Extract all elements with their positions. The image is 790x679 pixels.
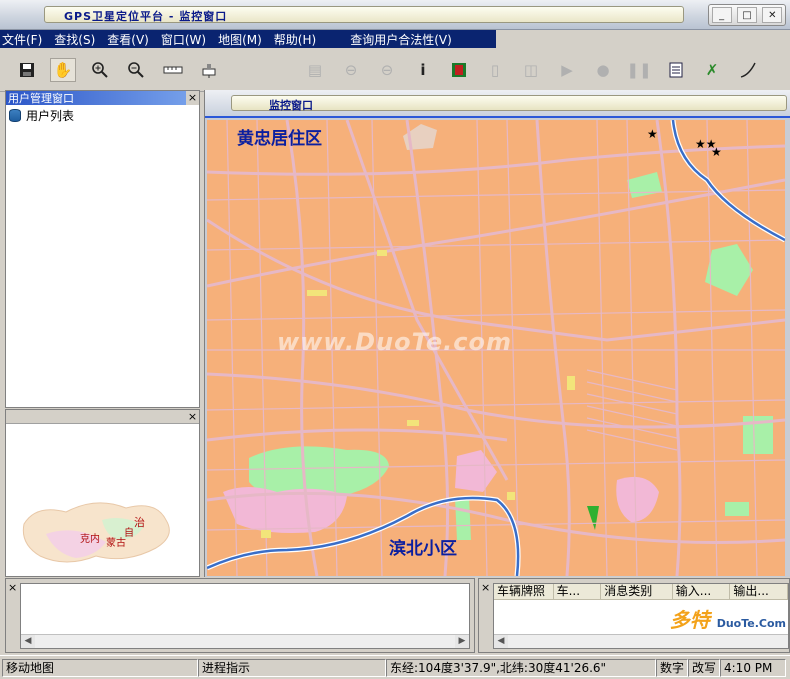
svg-text:★: ★: [647, 127, 658, 141]
maximize-button[interactable]: □: [736, 7, 757, 23]
map-view[interactable]: ★ ★★ ★ 黄忠居住区 滨北小区 www.DuoTe.com: [207, 120, 785, 576]
scroll-right-arrow-icon[interactable]: ▶: [455, 635, 469, 648]
scroll-left-arrow-icon[interactable]: ◀: [21, 635, 35, 648]
user-panel-close-button[interactable]: ×: [186, 91, 199, 105]
site-watermark: www.DuoTe.com: [277, 328, 512, 356]
col-input[interactable]: 输入...: [673, 584, 731, 599]
title-bar: GPS卫星定位平台 - 监控窗口 _ □ ✕: [0, 0, 790, 30]
pause-icon[interactable]: ❚❚: [626, 58, 652, 82]
info-icon[interactable]: i: [410, 58, 436, 82]
zoom-in-icon[interactable]: [87, 58, 113, 82]
svg-text:克内: 克内: [80, 532, 100, 545]
status-bar: 移动地图 进程指示 东经:104度3'37.9",北纬:30度41'26.6" …: [0, 655, 790, 679]
col-message-type[interactable]: 消息类别: [601, 584, 673, 599]
process-output-area[interactable]: ◀ ▶: [20, 583, 470, 649]
menu-view[interactable]: 查看(V): [101, 31, 155, 48]
database-icon: [9, 109, 21, 122]
process-panel-close-button[interactable]: ×: [8, 581, 17, 594]
tree-item-label: 用户列表: [26, 109, 75, 123]
svg-text:蒙古: 蒙古: [106, 536, 126, 549]
doc2-icon[interactable]: ▯: [482, 58, 508, 82]
menu-search[interactable]: 查找(S): [48, 31, 101, 48]
menu-help[interactable]: 帮助(H): [268, 31, 322, 48]
overview-map[interactable]: 克内 蒙古 治 自: [6, 424, 199, 576]
message-grid-header: 车辆牌照 车... 消息类别 输入... 输出...: [494, 584, 788, 600]
minimize-button[interactable]: _: [711, 7, 732, 23]
window-title: GPS卫星定位平台 - 监控窗口: [64, 10, 228, 23]
menu-bar: 文件(F) 查找(S) 查看(V) 窗口(W) 地图(M) 帮助(H) 查询用户…: [0, 30, 790, 48]
svg-text:自: 自: [124, 526, 134, 539]
process-output-panel: × ◀ ▶: [5, 578, 475, 653]
brand-sub: DuoTe.Com: [716, 617, 786, 630]
message-panel-close-button[interactable]: ×: [481, 581, 490, 594]
draw-line-icon[interactable]: [735, 58, 761, 82]
save-icon[interactable]: [14, 58, 40, 82]
vehicle-icon[interactable]: ⊖: [338, 58, 364, 82]
tools-icon[interactable]: ✗: [699, 58, 725, 82]
menu-map[interactable]: 地图(M): [212, 31, 268, 48]
overview-map-panel: × 克内 蒙古 治 自: [5, 409, 200, 577]
user-panel-titlebar: 用户管理窗口 ×: [6, 91, 199, 105]
user-panel-title: 用户管理窗口: [8, 92, 74, 105]
toolbar: ✋ ▤ ⊖ ⊖ i ▯ ◫ ▶ ● ❚❚ ✗: [0, 48, 790, 92]
status-numlock: 数字: [656, 659, 688, 677]
menu-query-user[interactable]: 查询用户合法性(V): [344, 31, 458, 48]
car-icon[interactable]: ◫: [518, 58, 544, 82]
status-progress: 进程指示: [198, 659, 386, 677]
status-overwrite: 改写: [688, 659, 720, 677]
overview-map-titlebar: ×: [6, 410, 199, 424]
message-hscrollbar[interactable]: ◀: [494, 634, 788, 648]
window-buttons: _ □ ✕: [708, 4, 786, 26]
overview-map-close-button[interactable]: ×: [186, 410, 199, 423]
col-output[interactable]: 输出...: [730, 584, 788, 599]
document-icon[interactable]: ▤: [302, 58, 328, 82]
tree-item-user-list[interactable]: 用户列表: [6, 105, 199, 126]
measure-icon[interactable]: [160, 58, 186, 82]
msg-scroll-left-arrow-icon[interactable]: ◀: [494, 635, 508, 648]
status-mode: 移动地图: [2, 659, 198, 677]
map-label-district-2: 滨北小区: [389, 539, 457, 559]
brand-name: 多特: [669, 608, 710, 632]
menu-file[interactable]: 文件(F): [0, 31, 48, 48]
user-management-panel: 用户管理窗口 × 用户列表: [5, 90, 200, 408]
book-icon[interactable]: [446, 58, 472, 82]
menu-spacer: [496, 30, 790, 48]
map-label-district-1: 黄忠居住区: [237, 129, 322, 149]
vehicle2-icon[interactable]: ⊖: [374, 58, 400, 82]
hand-pan-icon[interactable]: ✋: [50, 58, 76, 82]
svg-text:治: 治: [134, 515, 145, 529]
svg-text:★: ★: [711, 145, 722, 159]
monitor-title-sash: [231, 95, 787, 111]
close-button[interactable]: ✕: [762, 7, 783, 23]
record-icon[interactable]: ●: [590, 58, 616, 82]
status-coordinates: 东经:104度3'37.9",北纬:30度41'26.6": [386, 659, 656, 677]
menu-window[interactable]: 窗口(W): [155, 31, 212, 48]
col-vehicle[interactable]: 车...: [554, 584, 602, 599]
monitor-titlebar: 监控窗口: [205, 90, 790, 118]
zoom-out-icon[interactable]: [123, 58, 149, 82]
status-clock: 4:10 PM: [720, 659, 786, 677]
layers-icon[interactable]: [196, 58, 222, 82]
col-plate[interactable]: 车辆牌照: [494, 584, 554, 599]
monitor-title: 监控窗口: [269, 99, 313, 112]
process-hscrollbar[interactable]: ◀ ▶: [21, 634, 469, 648]
monitor-window: 监控窗口 ★ ★★ ★ 黄忠居住区 滨北小区 www.DuoTe.com: [204, 90, 790, 577]
report-icon[interactable]: [663, 58, 689, 82]
play-icon[interactable]: ▶: [554, 58, 580, 82]
brand-watermark: 多特 DuoTe.Com: [670, 604, 786, 633]
